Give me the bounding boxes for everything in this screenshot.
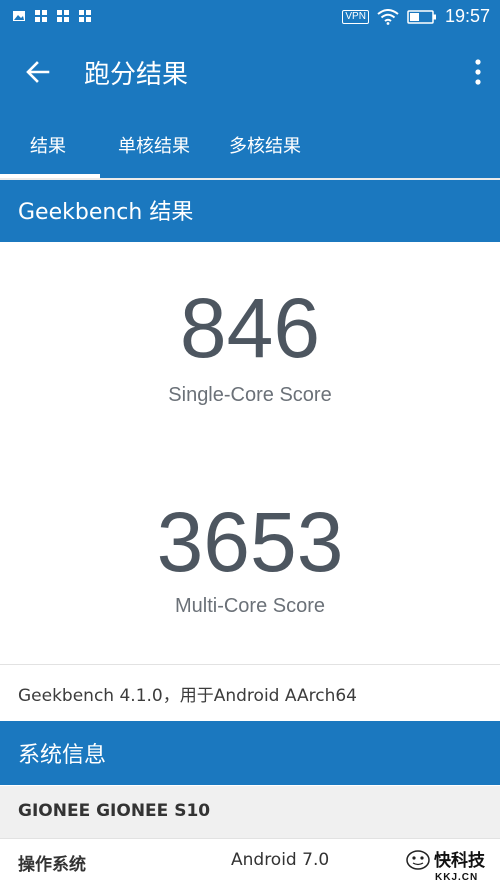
system-info-title: 系统信息 [18, 743, 107, 768]
system-status: VPN 19:57 [342, 6, 490, 27]
app-grid-icon [79, 10, 91, 22]
multi-core-label: Multi-Core Score [174, 595, 326, 617]
wifi-icon [377, 8, 399, 25]
multi-core-score: 3653 [156, 495, 344, 589]
divider [0, 838, 500, 839]
results-section-header: Geekbench 结果 [0, 180, 500, 242]
os-value: Android 7.0 [231, 850, 330, 870]
system-info-header: 系统信息 [0, 721, 500, 785]
device-name: GIONEE GIONEE S10 [18, 801, 211, 821]
app-grid-icon [35, 10, 47, 22]
results-section-title: Geekbench 结果 [18, 200, 194, 225]
device-name-row: GIONEE GIONEE S10 [0, 786, 500, 838]
more-vert-icon[interactable] [474, 58, 482, 86]
battery-icon [407, 9, 436, 24]
tab-results[interactable]: 结果 [30, 132, 66, 158]
tab-bar: 结果 单核结果 多核结果 [0, 108, 500, 178]
page-title: 跑分结果 [84, 60, 189, 90]
watermark-text: 快科技 [434, 850, 486, 871]
back-arrow-icon[interactable] [22, 56, 54, 88]
tab-multi-core[interactable]: 多核结果 [229, 132, 301, 158]
divider [0, 664, 500, 665]
version-info: Geekbench 4.1.0，用于Android AArch64 [18, 686, 357, 706]
app-bar: 跑分结果 [0, 36, 500, 108]
os-key: 操作系统 [18, 855, 86, 875]
image-icon [13, 11, 25, 21]
single-core-score: 846 [179, 281, 321, 375]
clock: 19:57 [444, 6, 490, 26]
status-bar: VPN 19:57 [0, 0, 500, 36]
watermark-sub: KKJ.CN [435, 872, 478, 883]
tab-single-core[interactable]: 单核结果 [118, 132, 190, 158]
app-grid-icon [57, 10, 69, 22]
watermark-logo: 快科技 KKJ.CN [406, 850, 486, 883]
single-core-label: Single-Core Score [168, 384, 332, 406]
vpn-badge: VPN [342, 9, 369, 24]
notification-icons [12, 9, 92, 23]
